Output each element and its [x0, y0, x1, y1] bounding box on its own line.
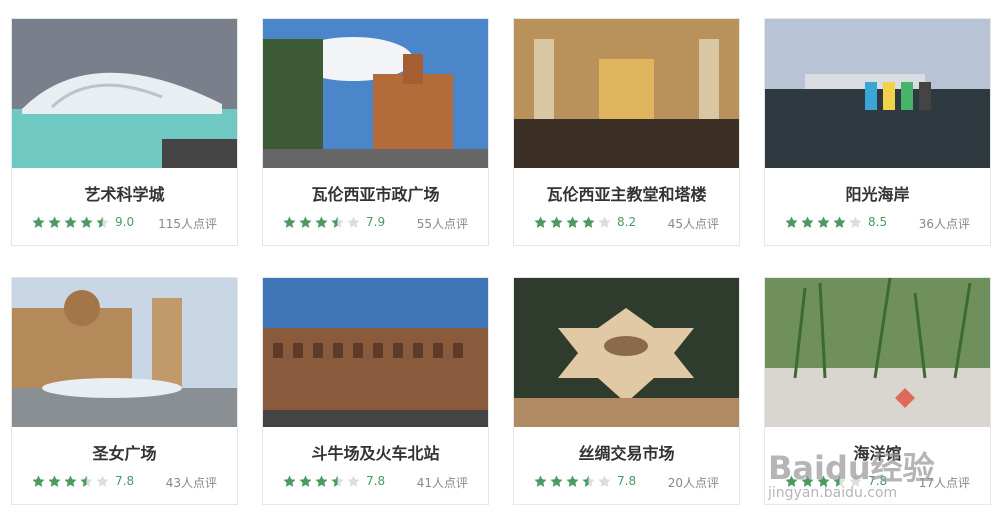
sunny-beach-image[interactable] [765, 19, 990, 168]
review-count: 55人点评 [416, 217, 468, 231]
star-icon [80, 216, 93, 229]
star-icon [48, 216, 61, 229]
star-icon [315, 475, 328, 488]
rating-score: 7.8 [115, 474, 135, 488]
bullring-station-image[interactable] [263, 278, 488, 427]
review-count: 20人点评 [667, 476, 719, 490]
star-rating: 8.5 [785, 215, 887, 229]
star-icon [566, 475, 579, 488]
star-icon [64, 475, 77, 488]
rating-score: 8.5 [868, 215, 888, 229]
star-icon [817, 216, 830, 229]
rating-score: 7.8 [868, 474, 888, 488]
star-rating: 7.8 [32, 474, 134, 488]
attraction-title[interactable]: 瓦伦西亚市政广场 [263, 181, 488, 205]
attraction-card[interactable]: 斗牛场及火车北站 7.8 41人点评 [262, 277, 489, 505]
review-count: 36人点评 [918, 217, 970, 231]
attraction-title[interactable]: 瓦伦西亚主教堂和塔楼 [514, 181, 739, 205]
star-icon [550, 216, 563, 229]
rating-score: 7.9 [366, 215, 386, 229]
star-icon [582, 216, 595, 229]
rating-score: 8.2 [617, 215, 637, 229]
attraction-card[interactable]: 艺术科学城 9.0 115人点评 [11, 18, 238, 246]
star-icon [849, 475, 862, 488]
star-icon [64, 216, 77, 229]
star-icon [534, 475, 547, 488]
star-rating: 7.8 [534, 474, 636, 488]
star-rating: 7.9 [283, 215, 385, 229]
star-icon [315, 216, 328, 229]
star-icon [817, 475, 830, 488]
star-icon [534, 216, 547, 229]
attraction-card[interactable]: 瓦伦西亚主教堂和塔楼 8.2 45人点评 [513, 18, 740, 246]
star-icon [582, 475, 595, 488]
attraction-card[interactable]: 瓦伦西亚市政广场 7.9 55人点评 [262, 18, 489, 246]
review-count: 45人点评 [667, 217, 719, 231]
star-icon [32, 216, 45, 229]
science-city-image[interactable] [12, 19, 237, 168]
virgin-square-image[interactable] [12, 278, 237, 427]
star-icon [550, 475, 563, 488]
star-icon [48, 475, 61, 488]
review-count: 41人点评 [416, 476, 468, 490]
star-icon [347, 216, 360, 229]
star-rating: 9.0 [32, 215, 134, 229]
attraction-card[interactable]: 阳光海岸 8.5 36人点评 [764, 18, 991, 246]
attraction-card[interactable]: 圣女广场 7.8 43人点评 [11, 277, 238, 505]
review-count: 115人点评 [158, 217, 217, 231]
attraction-card[interactable]: 海洋馆 7.8 17人点评 [764, 277, 991, 505]
star-icon [299, 475, 312, 488]
star-icon [331, 475, 344, 488]
star-icon [785, 216, 798, 229]
rating-score: 7.8 [617, 474, 637, 488]
star-rating: 7.8 [283, 474, 385, 488]
aquarium-image[interactable] [765, 278, 990, 427]
star-icon [598, 216, 611, 229]
attraction-title[interactable]: 艺术科学城 [12, 181, 237, 205]
rating-score: 7.8 [366, 474, 386, 488]
star-icon [833, 216, 846, 229]
attraction-title[interactable]: 圣女广场 [12, 440, 237, 464]
silk-exchange-image[interactable] [514, 278, 739, 427]
star-icon [283, 216, 296, 229]
star-icon [96, 475, 109, 488]
cathedral-interior-image[interactable] [514, 19, 739, 168]
star-rating: 7.8 [785, 474, 887, 488]
review-count: 17人点评 [918, 476, 970, 490]
star-icon [80, 475, 93, 488]
star-icon [32, 475, 45, 488]
attraction-title[interactable]: 丝绸交易市场 [514, 440, 739, 464]
star-icon [566, 216, 579, 229]
star-icon [598, 475, 611, 488]
star-icon [833, 475, 846, 488]
rating-score: 9.0 [115, 215, 135, 229]
star-icon [299, 216, 312, 229]
attraction-title[interactable]: 阳光海岸 [765, 181, 990, 205]
attraction-title[interactable]: 斗牛场及火车北站 [263, 440, 488, 464]
city-hall-square-image[interactable] [263, 19, 488, 168]
star-icon [331, 216, 344, 229]
star-icon [96, 216, 109, 229]
star-icon [785, 475, 798, 488]
star-icon [849, 216, 862, 229]
star-icon [801, 475, 814, 488]
star-icon [283, 475, 296, 488]
review-count: 43人点评 [165, 476, 217, 490]
star-icon [347, 475, 360, 488]
star-rating: 8.2 [534, 215, 636, 229]
attraction-card[interactable]: 丝绸交易市场 7.8 20人点评 [513, 277, 740, 505]
star-icon [801, 216, 814, 229]
attraction-title[interactable]: 海洋馆 [765, 440, 990, 464]
